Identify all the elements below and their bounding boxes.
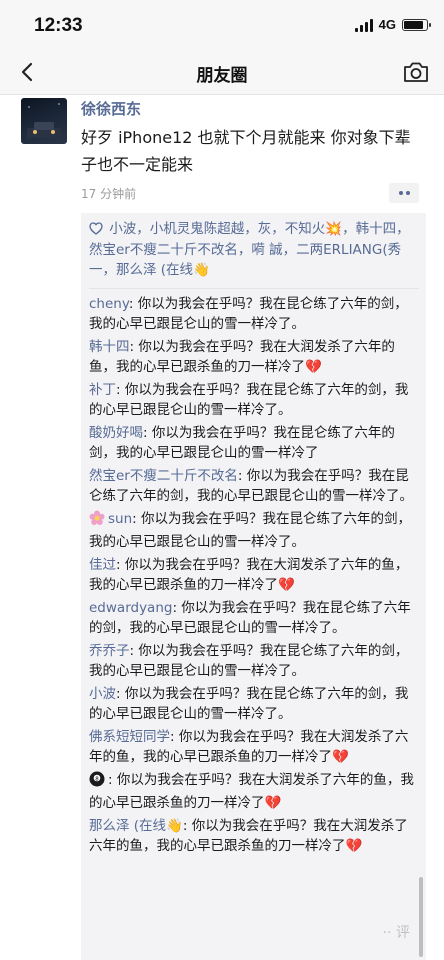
post-text: 好歹 iPhone12 也就下个月就能来 你对象下辈子也不一定能来 <box>81 128 411 174</box>
signal-icon <box>354 18 373 32</box>
comment-item[interactable]: 那么泽 (在线👋: 你以为我会在乎吗？我在大润发杀了六年的鱼，我的心早已跟杀鱼的… <box>89 816 419 857</box>
more-dot <box>398 191 403 195</box>
likes-names[interactable]: 小波，小机灵鬼陈超越，灰，不知火💥，韩十四，然宝er不瘦二十斤不改名，嗬 誠，二… <box>89 221 410 278</box>
like-heart-icon <box>89 222 103 235</box>
comment-text: : 你以为我会在乎吗？我在昆仑练了六年的剑，我的心早已跟昆仑山的雪一样冷了。 <box>89 510 411 551</box>
status-indicators: 4G <box>354 17 431 32</box>
network-label: 4G <box>378 17 396 32</box>
status-bar: 12:33 4G <box>0 0 444 50</box>
more-dot <box>405 191 410 195</box>
watermark: ·· 评 <box>382 925 410 941</box>
status-time: 12:33 <box>34 15 83 36</box>
post-time: 17 分钟前 <box>81 187 137 201</box>
eight-ball-icon: 8 <box>89 771 105 794</box>
comment-author[interactable]: 那么泽 (在线👋 <box>89 818 183 834</box>
scrollbar[interactable] <box>419 877 423 957</box>
comment-item[interactable]: 韩十四: 你以为我会在乎吗？我在大润发杀了六年的鱼，我的心早已跟杀鱼的刀一样冷了… <box>89 337 419 378</box>
likes-row: 小波，小机灵鬼陈超越，灰，不知火💥，韩十四，然宝er不瘦二十斤不改名，嗬 誠，二… <box>89 219 419 289</box>
comment-item[interactable]: 佳过: 你以为我会在乎吗？我在大润发杀了六年的鱼，我的心早已跟杀鱼的刀一样冷了💔 <box>89 555 419 596</box>
comment-item[interactable]: 乔乔子: 你以为我会在乎吗？我在昆仑练了六年的剑，我的心早已跟昆仑山的雪一样冷了… <box>89 641 419 682</box>
comment-text: : 你以为我会在乎吗？我在大润发杀了六年的鱼，我的心早已跟杀鱼的刀一样冷了💔 <box>89 338 395 376</box>
comment-text: : 你以为我会在乎吗？我在昆仑练了六年的剑，我的心早已跟昆仑山的雪一样冷了。 <box>89 381 409 419</box>
comment-text: : 你以为我会在乎吗？我在昆仑练了六年的剑，我的心早已跟昆仑山的雪一样冷了。 <box>89 295 408 333</box>
nav-bar: 朋友圈 <box>0 50 444 95</box>
page-title: 朋友圈 <box>196 66 248 86</box>
comments-panel: 小波，小机灵鬼陈超越，灰，不知火💥，韩十四，然宝er不瘦二十斤不改名，嗬 誠，二… <box>81 213 426 960</box>
comment-author[interactable]: 酸奶好喝 <box>89 425 143 441</box>
comment-item[interactable]: 补丁: 你以为我会在乎吗？我在昆仑练了六年的剑，我的心早已跟昆仑山的雪一样冷了。 <box>89 380 419 421</box>
comment-author[interactable]: 佳过 <box>89 557 116 573</box>
comment-author[interactable]: 佛系短短同学 <box>89 729 170 745</box>
comment-item[interactable]: 8: 你以为我会在乎吗？我在大润发杀了六年的鱼，我的心早已跟杀鱼的刀一样冷了💔 <box>89 770 419 814</box>
comment-text: : 你以为我会在乎吗？我在大润发杀了六年的鱼，我的心早已跟杀鱼的刀一样冷了💔 <box>89 771 414 812</box>
comment-author[interactable]: 小波 <box>89 686 116 702</box>
post-author[interactable]: 徐徐西东 <box>81 98 141 119</box>
comment-list: cheny: 你以为我会在乎吗？我在昆仑练了六年的剑，我的心早已跟昆仑山的雪一样… <box>89 294 419 857</box>
comment-author[interactable]: 然宝er不瘦二十斤不改名 <box>89 468 238 484</box>
camera-icon[interactable] <box>402 59 430 85</box>
comment-text: : 你以为我会在乎吗？我在昆仑练了六年的剑，我的心早已跟昆仑山的雪一样冷了。 <box>89 685 409 723</box>
comment-text: : 你以为我会在乎吗？我在昆仑练了六年的剑，我的心早已跟昆仑山的雪一样冷了。 <box>89 642 409 680</box>
battery-icon <box>402 18 431 31</box>
comment-item[interactable]: 酸奶好喝: 你以为我会在乎吗？我在昆仑练了六年的剑，我的心早已跟昆仑山的雪一样冷… <box>89 423 419 464</box>
comment-item[interactable]: cheny: 你以为我会在乎吗？我在昆仑练了六年的剑，我的心早已跟昆仑山的雪一样… <box>89 294 419 335</box>
comment-text: : 你以为我会在乎吗？我在大润发杀了六年的鱼，我的心早已跟杀鱼的刀一样冷了💔 <box>89 556 409 594</box>
avatar[interactable] <box>21 98 67 144</box>
comment-author[interactable]: sun <box>108 511 132 527</box>
comment-item[interactable]: sun: 你以为我会在乎吗？我在昆仑练了六年的剑，我的心早已跟昆仑山的雪一样冷了… <box>89 509 419 553</box>
comment-author[interactable]: 韩十四 <box>89 339 130 355</box>
comment-author[interactable]: edwardyang <box>89 600 172 616</box>
battery-fill <box>404 20 423 29</box>
comment-item[interactable]: edwardyang: 你以为我会在乎吗？我在昆仑练了六年的剑，我的心早已跟昆仑… <box>89 598 419 639</box>
comment-author[interactable]: 补丁 <box>89 382 116 398</box>
comment-author[interactable]: cheny <box>89 296 129 312</box>
comment-item[interactable]: 然宝er不瘦二十斤不改名: 你以为我会在乎吗？我在昆仑练了六年的剑，我的心早已跟… <box>89 466 419 507</box>
comment-item[interactable]: 佛系短短同学: 你以为我会在乎吗？我在大润发杀了六年的鱼，我的心早已跟杀鱼的刀一… <box>89 727 419 768</box>
comment-item[interactable]: 小波: 你以为我会在乎吗？我在昆仑练了六年的剑，我的心早已跟昆仑山的雪一样冷了。 <box>89 684 419 725</box>
comment-author[interactable]: 乔乔子 <box>89 643 130 659</box>
flower-icon <box>89 510 105 533</box>
more-button[interactable] <box>389 183 419 203</box>
svg-text:8: 8 <box>95 776 99 782</box>
